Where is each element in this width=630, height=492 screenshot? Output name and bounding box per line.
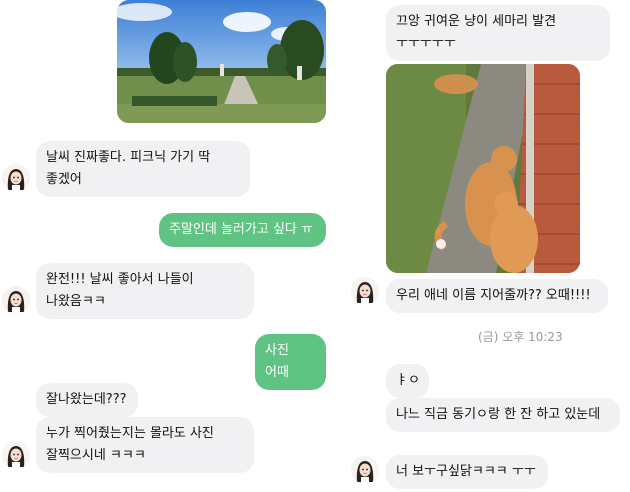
park-photo-image [117,0,326,123]
left-chat-panel: 날씨 진짜좋다. 피크닉 가기 딱 좋겠어 주말인데 놀러가고 싶다 ㅠ 완전!… [0,0,338,492]
message-bubble-photo: 사진 어때 [255,334,326,390]
friend-avatar[interactable] [2,286,30,314]
right-chat-panel: 끄앙 귀여운 냥이 세마리 발견 ㅜㅜㅜㅜㅜ 우리 애네 이름 지어줄까?? 오… [342,0,630,492]
girl-avatar-icon [351,456,379,484]
message-bubble-drink: 나느 직금 동기ㅇ랑 한 잔 하고 있눈데 [386,398,620,432]
girl-avatar-icon [2,164,30,192]
girl-avatar-icon [2,441,30,469]
timestamp: (금) 오후 10:23 [478,330,563,344]
friend-avatar[interactable] [351,277,379,305]
message-bubble-name: 우리 애네 이름 지어줄까?? 오때!!!! [386,279,608,313]
message-bubble-well: 잘나왔는데??? [36,383,138,417]
message-bubble-weekend: 주말인데 놀러가고 싶다 ㅠ [159,213,326,247]
message-bubble-outing: 완전!!! 날씨 좋아서 나들이 나왔음ㅋㅋ [36,263,254,319]
girl-avatar-icon [2,286,30,314]
message-bubble-who: 누가 찍어줬는지는 몰라도 사진 잘찍으시네 ㅋㅋㅋ [36,417,254,473]
cat-photo-image [386,64,580,273]
friend-avatar[interactable] [2,441,30,469]
message-bubble-miss: 너 보ㅜ구싶닭ㅋㅋㅋ ㅜㅜ [386,455,548,489]
message-bubble-ya: ㅑㅇ [386,364,429,398]
girl-avatar-icon [351,277,379,305]
cat-photo[interactable] [386,64,580,273]
friend-avatar[interactable] [351,456,379,484]
message-bubble-cats: 끄앙 귀여운 냥이 세마리 발견 ㅜㅜㅜㅜㅜ [386,5,610,61]
park-photo[interactable] [117,0,326,123]
friend-avatar[interactable] [2,164,30,192]
message-bubble-weather: 날씨 진짜좋다. 피크닉 가기 딱 좋겠어 [36,141,250,197]
